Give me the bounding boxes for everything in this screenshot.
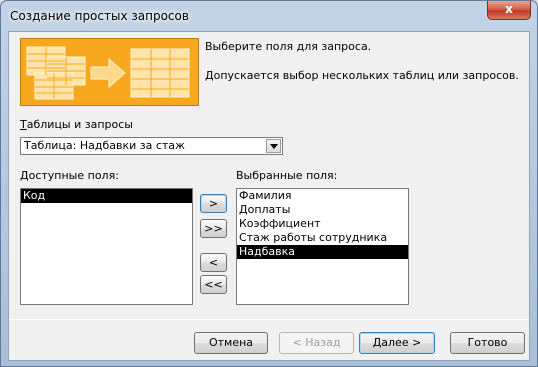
instruction-text: Выберите поля для запроса. [205, 40, 372, 53]
tables-to-query-icon [26, 46, 190, 100]
tables-label-accel: Т [20, 118, 27, 131]
dialog-client: Выберите поля для запроса. Допускается в… [8, 31, 530, 361]
tables-combobox[interactable]: Таблица: Надбавки за стаж [20, 137, 283, 155]
available-fields-list[interactable]: Код [20, 188, 193, 305]
list-item[interactable]: Коэффициент [237, 217, 408, 231]
selected-fields-list[interactable]: Фамилия Доплаты Коэффициент Стаж работы … [236, 188, 409, 305]
title-bar[interactable]: Создание простых запросов x [1, 1, 537, 31]
available-fields-label-rest: оступные поля: [28, 169, 119, 182]
tables-label-rest: аблицы и запросы [26, 118, 133, 131]
available-fields-label: Доступные поля: [20, 169, 119, 182]
remove-all-fields-button[interactable]: << [200, 275, 227, 294]
footer-divider [9, 319, 529, 320]
tables-label: Таблицы и запросы [20, 118, 133, 131]
selected-fields-label: Выбранные поля: [236, 169, 338, 182]
hint-text: Допускается выбор нескольких таблиц или … [205, 69, 519, 82]
list-item[interactable]: Код [21, 189, 192, 203]
list-item[interactable]: Доплаты [237, 203, 408, 217]
wizard-illustration [20, 38, 199, 106]
finish-button[interactable]: Готово [450, 332, 525, 354]
list-item[interactable]: Фамилия [237, 189, 408, 203]
add-field-button[interactable]: > [200, 194, 227, 213]
dialog-window: Создание простых запросов x Выберите пол… [0, 0, 538, 367]
close-icon: x [505, 2, 513, 16]
remove-field-button[interactable]: < [200, 253, 227, 272]
next-button[interactable]: Далее > [359, 332, 435, 354]
available-fields-label-accel: Д [20, 169, 29, 182]
back-button[interactable]: < Назад [279, 332, 354, 354]
chevron-down-icon[interactable] [266, 139, 281, 153]
tables-combobox-value: Таблица: Надбавки за стаж [24, 139, 185, 152]
close-button[interactable]: x [487, 1, 531, 20]
cancel-button[interactable]: Отмена [194, 332, 268, 354]
window-title: Создание простых запросов [10, 9, 189, 23]
list-item[interactable]: Стаж работы сотрудника [237, 231, 408, 245]
add-all-fields-button[interactable]: >> [200, 219, 227, 238]
list-item[interactable]: Надбавка [237, 245, 408, 259]
